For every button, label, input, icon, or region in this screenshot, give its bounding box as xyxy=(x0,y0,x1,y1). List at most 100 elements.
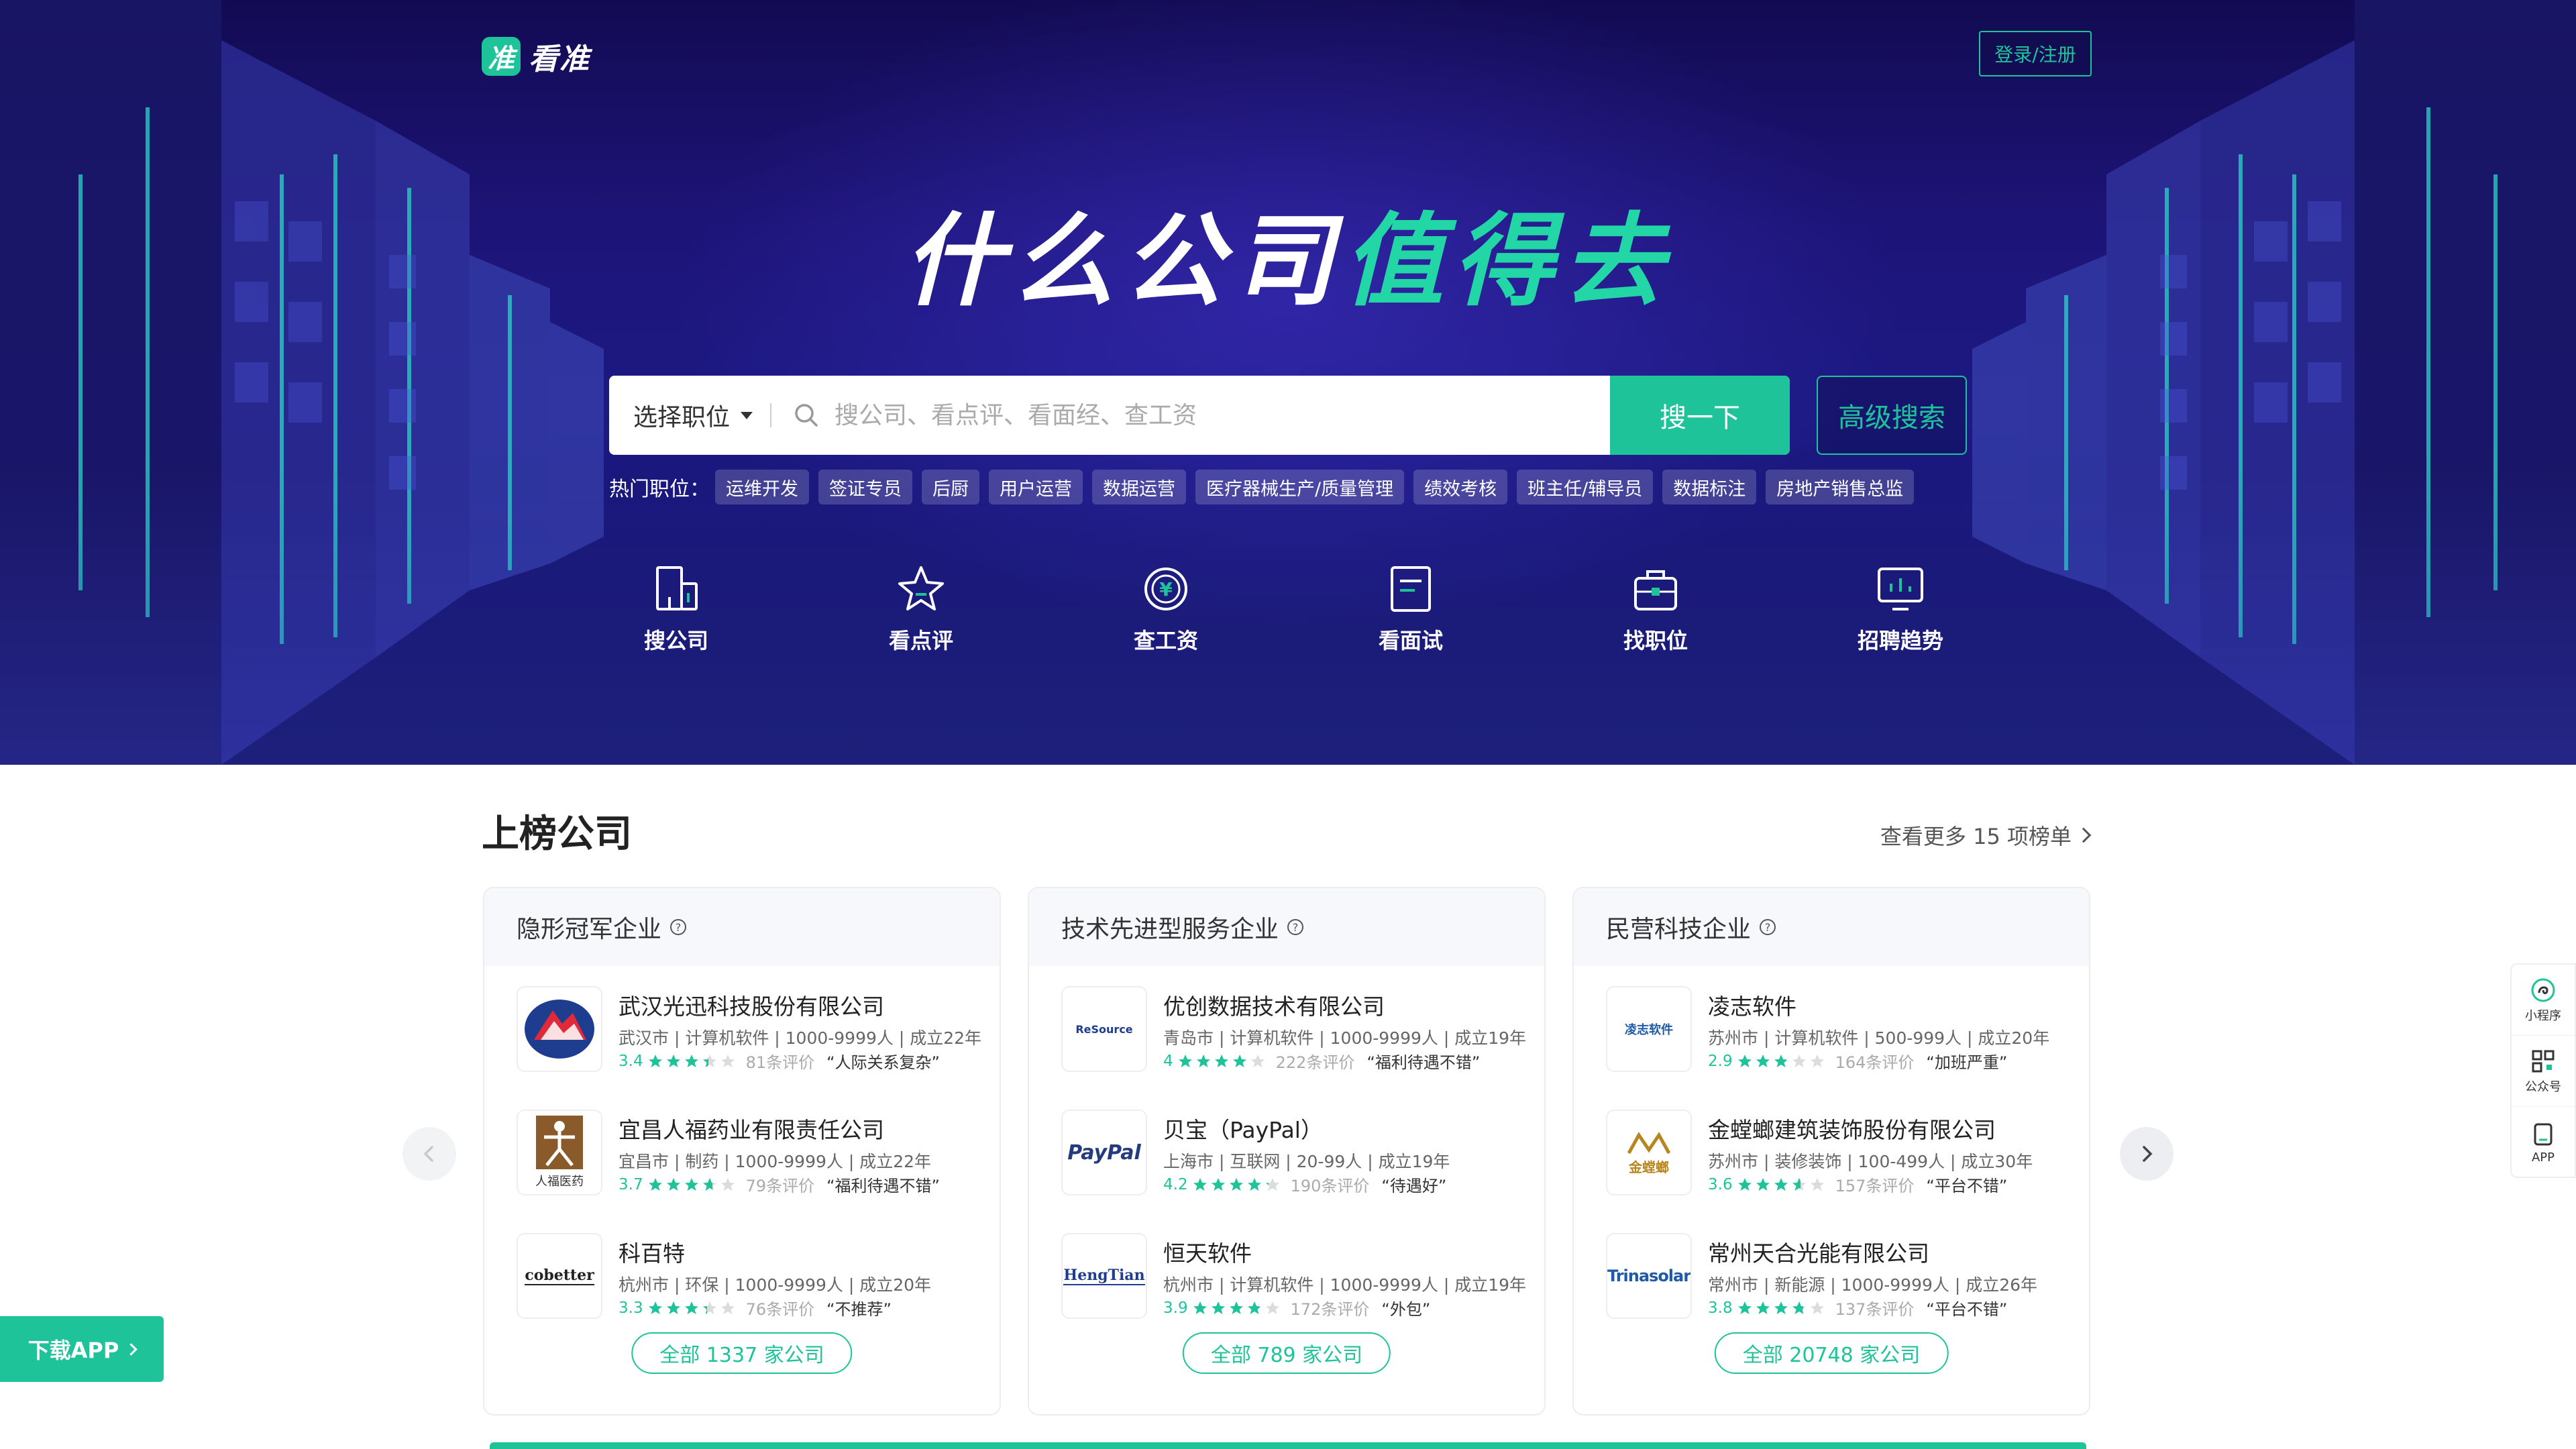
rating-star-icon xyxy=(702,1177,716,1191)
hot-job-tag[interactable]: 后厨 xyxy=(922,470,979,504)
card-header: 技术先进型服务企业 ? xyxy=(1029,888,1544,966)
company-rating: 3.7 79条评价 “福利待遇不错” xyxy=(619,1173,940,1196)
review-count: 157条评价 xyxy=(1835,1177,1915,1195)
rating-star-icon xyxy=(1756,1301,1770,1314)
rating-star-icon xyxy=(684,1054,698,1067)
svg-text:?: ? xyxy=(676,921,682,934)
logo-caption: HengTian xyxy=(1063,1267,1145,1285)
feature-interview[interactable]: 看面试 xyxy=(1344,564,1478,655)
help-icon[interactable]: ? xyxy=(1758,917,1778,937)
rating-star-icon xyxy=(1756,1054,1770,1067)
company-logo: 凌志软件 xyxy=(1606,986,1692,1072)
hot-job-tag[interactable]: 绩效考核 xyxy=(1413,470,1508,504)
hot-job-tag[interactable]: 数据标注 xyxy=(1662,470,1757,504)
company-logo: PayPal xyxy=(1061,1110,1147,1195)
feature-jobs[interactable]: 找职位 xyxy=(1589,564,1723,655)
company-item[interactable]: ReSource 优创数据技术有限公司 青岛市 | 计算机软件 | 1000-9… xyxy=(1061,986,1526,1075)
company-logo: 金螳螂 xyxy=(1606,1110,1692,1195)
card-title[interactable]: 技术先进型服务企业 xyxy=(1061,910,1279,945)
hot-job-tag[interactable]: 签证专员 xyxy=(818,470,912,504)
logo-caption: ReSource xyxy=(1075,1022,1133,1036)
rating-stars xyxy=(1737,1053,1827,1069)
company-item[interactable]: 人福医药 宜昌人福药业有限责任公司 宜昌市 | 制药 | 1000-9999人 … xyxy=(517,1110,979,1198)
review-quote: “平台不错” xyxy=(1926,1300,2008,1319)
feature-salary[interactable]: ¥ 查工资 xyxy=(1099,564,1233,655)
carousel-next-button[interactable] xyxy=(2120,1127,2174,1181)
review-count: 137条评价 xyxy=(1835,1300,1915,1319)
search-input[interactable] xyxy=(833,376,1610,455)
login-register-button[interactable]: 登录/注册 xyxy=(1979,31,2092,76)
advanced-search-button[interactable]: 高级搜索 xyxy=(1817,376,1967,455)
company-info: 宜昌市 | 制药 | 1000-9999人 | 成立22年 xyxy=(619,1152,932,1171)
company-info: 苏州市 | 计算机软件 | 500-999人 | 成立20年 xyxy=(1708,1028,2050,1048)
hero-slogan: 什么公司值得去 xyxy=(0,201,2576,322)
all-companies-button[interactable]: 全部 789 家公司 xyxy=(1182,1332,1391,1374)
carousel-prev-button[interactable] xyxy=(402,1127,456,1181)
review-count: 79条评价 xyxy=(745,1177,815,1195)
hot-job-tag[interactable]: 医疗器械生产/质量管理 xyxy=(1195,470,1405,504)
company-item[interactable]: 金螳螂 金螳螂建筑装饰股份有限公司 苏州市 | 装修装饰 | 100-499人 … xyxy=(1606,1110,2069,1198)
side-item-app[interactable]: APP xyxy=(2512,1107,2575,1178)
company-item[interactable]: 武汉光迅科技股份有限公司 武汉市 | 计算机软件 | 1000-9999人 | … xyxy=(517,986,981,1075)
search-button[interactable]: 搜一下 xyxy=(1610,376,1790,455)
rating-star-icon xyxy=(1229,1177,1243,1191)
qr-code-icon xyxy=(2532,1050,2555,1072)
rating-star-icon xyxy=(666,1301,680,1314)
briefcase-icon xyxy=(1634,570,1677,610)
help-icon[interactable]: ? xyxy=(668,917,688,937)
rating-star-icon xyxy=(720,1177,735,1191)
hot-jobs-row: 热门职位： 运维开发 签证专员 后厨 用户运营 数据运营 医疗器械生产/质量管理… xyxy=(609,470,1923,504)
review-count: 172条评价 xyxy=(1290,1300,1370,1319)
all-companies-button[interactable]: 全部 20748 家公司 xyxy=(1714,1332,1949,1374)
feature-trends[interactable]: 招聘趋势 xyxy=(1833,564,1968,655)
feature-reviews[interactable]: 看点评 xyxy=(854,564,988,655)
all-companies-button[interactable]: 全部 1337 家公司 xyxy=(631,1332,853,1374)
side-item-label: APP xyxy=(2531,1150,2555,1165)
rating-score: 3.7 xyxy=(619,1175,643,1193)
floating-side-bar: 小程序 公众号 APP xyxy=(2510,963,2576,1178)
company-item[interactable]: cobetter 科百特 杭州市 | 环保 | 1000-9999人 | 成立2… xyxy=(517,1233,979,1322)
gold-mantis-logo xyxy=(1627,1131,1671,1154)
review-quote: “人际关系复杂” xyxy=(826,1053,940,1072)
rank-card-tech-service: 技术先进型服务企业 ? ReSource 优创数据技术有限公司 青岛市 | 计算… xyxy=(1028,887,1546,1415)
feature-search-company[interactable]: 搜公司 xyxy=(609,564,743,655)
company-item[interactable]: PayPal 贝宝（PayPal） 上海市 | 互联网 | 20-99人 | 成… xyxy=(1061,1110,1524,1198)
rating-star-icon xyxy=(1214,1054,1228,1067)
rating-stars xyxy=(1737,1300,1827,1316)
feature-label: 搜公司 xyxy=(643,628,708,653)
site-logo[interactable]: 准 看准 xyxy=(482,35,590,78)
job-select-dropdown[interactable]: 选择职位 xyxy=(609,398,770,433)
logo-caption: 金螳螂 xyxy=(1629,1159,1669,1175)
card-title[interactable]: 民营科技企业 xyxy=(1606,910,1751,945)
rating-star-icon xyxy=(648,1301,662,1314)
hot-job-tag[interactable]: 用户运营 xyxy=(989,470,1083,504)
search-bar: 选择职位 搜一下 xyxy=(609,376,1790,455)
side-item-official-account[interactable]: 公众号 xyxy=(2512,1036,2575,1107)
hot-job-tag[interactable]: 房地产销售总监 xyxy=(1766,470,1915,504)
accelink-logo xyxy=(525,1000,594,1059)
side-item-label: 公众号 xyxy=(2525,1079,2561,1094)
search-icon xyxy=(795,404,818,427)
rating-star-icon xyxy=(1250,1054,1265,1067)
company-item[interactable]: 凌志软件 凌志软件 苏州市 | 计算机软件 | 500-999人 | 成立20年… xyxy=(1606,986,2069,1075)
see-more-link[interactable]: 查看更多 15 项榜单 xyxy=(1880,820,2092,851)
phone-app-icon xyxy=(2534,1123,2553,1145)
rating-star-icon xyxy=(1229,1301,1243,1314)
card-title[interactable]: 隐形冠军企业 xyxy=(517,910,661,945)
rating-score: 4 xyxy=(1163,1052,1173,1070)
hot-job-tag[interactable]: 班主任/辅导员 xyxy=(1517,470,1654,504)
help-icon[interactable]: ? xyxy=(1285,917,1305,937)
company-item[interactable]: HengTian 恒天软件 杭州市 | 计算机软件 | 1000-9999人 |… xyxy=(1061,1233,1526,1322)
chevron-right-icon xyxy=(2076,827,2092,843)
hot-job-tag[interactable]: 运维开发 xyxy=(715,470,809,504)
company-info: 杭州市 | 环保 | 1000-9999人 | 成立20年 xyxy=(619,1275,932,1295)
download-app-button[interactable]: 下载APP xyxy=(0,1316,164,1382)
star-icon xyxy=(898,566,944,610)
hot-job-tag[interactable]: 数据运营 xyxy=(1092,470,1186,504)
company-item[interactable]: Trinasolar 常州天合光能有限公司 常州市 | 新能源 | 1000-9… xyxy=(1606,1233,2069,1322)
rating-score: 3.8 xyxy=(1708,1299,1733,1317)
job-select-label: 选择职位 xyxy=(633,404,731,431)
rating-star-icon xyxy=(720,1301,735,1314)
rating-star-icon xyxy=(1756,1177,1770,1191)
side-item-mini-program[interactable]: 小程序 xyxy=(2512,965,2575,1036)
